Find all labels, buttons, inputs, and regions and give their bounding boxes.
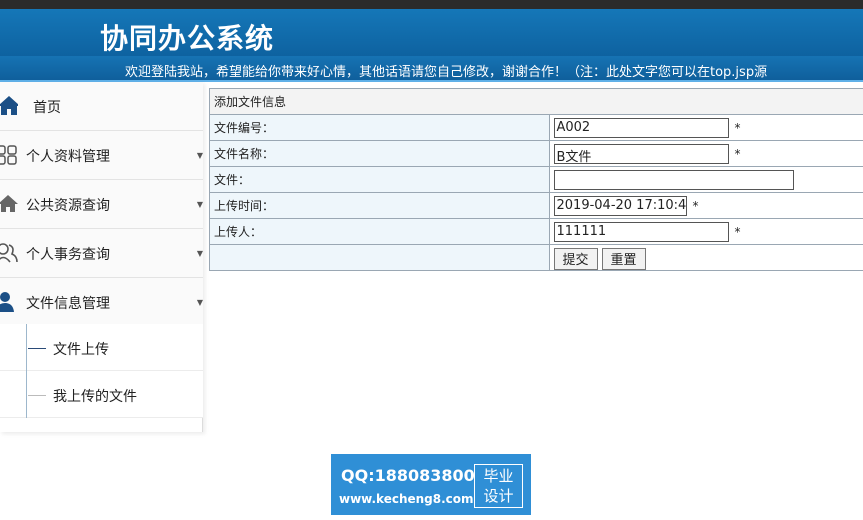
form-row-file-number: 文件编号： A002 * bbox=[209, 114, 863, 141]
sidebar-item-label: 个人资料管理 bbox=[26, 149, 110, 165]
sidebar-item-public-resources[interactable]: 公共资源查询 ▼ bbox=[0, 180, 203, 229]
tree-branch bbox=[28, 348, 46, 349]
app-header: 协同办公系统 bbox=[0, 9, 863, 56]
file-number-input[interactable]: A002 bbox=[553, 117, 729, 138]
required-mark: * bbox=[734, 120, 741, 135]
watermark: QQ:188083800 www.kecheng8.com 毕业 设计 bbox=[331, 454, 531, 515]
required-mark: * bbox=[734, 146, 741, 161]
sidebar-item-profile[interactable]: 个人资料管理 ▼ bbox=[0, 131, 203, 180]
chevron-down-icon: ▼ bbox=[196, 249, 203, 258]
main-content: 添加文件信息 文件编号： A002 * 文件名称： B文件 * 文件： 上传时间： … bbox=[209, 88, 863, 271]
file-name-input[interactable]: B文件 bbox=[553, 143, 729, 165]
home-icon bbox=[0, 95, 20, 117]
form-row-uploader: 上传人： 111111 * bbox=[209, 218, 863, 245]
tree-branch bbox=[28, 395, 46, 396]
sidebar-item-label: 文件信息管理 bbox=[26, 296, 110, 312]
upload-time-input[interactable]: 2019-04-20 17:10:43 bbox=[553, 195, 687, 216]
form-row-file-name: 文件名称： B文件 * bbox=[209, 140, 863, 167]
watermark-qq: QQ:188083800 bbox=[341, 466, 475, 485]
watermark-badge-line: 设计 bbox=[483, 487, 514, 505]
field-label: 文件名称： bbox=[209, 140, 550, 167]
add-file-form: 添加文件信息 文件编号： A002 * 文件名称： B文件 * 文件： 上传时间： … bbox=[209, 88, 863, 271]
welcome-text: 欢迎登陆我站，希望能给你带来好心情，其他话语请您自己修改，谢谢合作！（注：此处文… bbox=[125, 65, 768, 80]
sidebar-subitem-file-upload[interactable]: 文件上传 bbox=[0, 324, 203, 371]
sidebar-item-label: 公共资源查询 bbox=[26, 198, 110, 214]
grid-icon bbox=[0, 144, 18, 166]
form-row-file: 文件： bbox=[209, 166, 863, 193]
watermark-url: www.kecheng8.com bbox=[339, 492, 474, 506]
sidebar-item-home[interactable]: 首页 bbox=[0, 82, 203, 131]
form-caption: 添加文件信息 bbox=[209, 88, 863, 115]
form-row-upload-time: 上传时间： 2019-04-20 17:10:43 * bbox=[209, 192, 863, 219]
required-mark: * bbox=[734, 224, 741, 239]
field-label: 上传人： bbox=[209, 218, 550, 245]
field-label: 文件： bbox=[209, 166, 550, 193]
window-top-strip bbox=[0, 0, 863, 9]
submit-button[interactable]: 提交 bbox=[553, 247, 598, 270]
watermark-badge: 毕业 设计 bbox=[474, 464, 523, 508]
watermark-badge-line: 毕业 bbox=[483, 467, 514, 485]
required-mark: * bbox=[692, 198, 699, 213]
user-icon bbox=[0, 291, 18, 313]
chevron-down-icon: ▼ bbox=[196, 151, 203, 160]
field-label: 文件编号： bbox=[209, 114, 550, 141]
uploader-input[interactable]: 111111 bbox=[553, 221, 729, 242]
sidebar-item-file-management[interactable]: 文件信息管理 ▼ bbox=[0, 278, 203, 327]
sidebar-item-personal-affairs[interactable]: 个人事务查询 ▼ bbox=[0, 229, 203, 278]
empty-cell bbox=[209, 244, 550, 271]
home-icon bbox=[0, 193, 18, 215]
chevron-down-icon: ▼ bbox=[196, 200, 203, 209]
sidebar-item-label: 个人事务查询 bbox=[26, 247, 110, 263]
sidebar: 首页 个人资料管理 ▼ 公共资源查询 ▼ 个人事务查询 ▼ 文件信息管理 ▼ 文… bbox=[0, 82, 203, 432]
welcome-bar: 欢迎登陆我站，希望能给你带来好心情，其他话语请您自己修改，谢谢合作！（注：此处文… bbox=[0, 56, 863, 82]
file-input[interactable] bbox=[553, 169, 794, 190]
field-label: 上传时间： bbox=[209, 192, 550, 219]
tree-line bbox=[26, 324, 27, 371]
tree-line bbox=[26, 371, 27, 418]
form-row-actions: 提交 重置 bbox=[209, 244, 863, 271]
sidebar-subitem-label: 我上传的文件 bbox=[53, 389, 137, 405]
app-title: 协同办公系统 bbox=[100, 22, 275, 55]
sidebar-subitem-label: 文件上传 bbox=[53, 342, 109, 358]
reset-button[interactable]: 重置 bbox=[601, 247, 646, 270]
chevron-down-icon: ▼ bbox=[196, 298, 203, 307]
sidebar-item-label: 首页 bbox=[33, 100, 61, 116]
users-icon bbox=[0, 242, 18, 264]
sidebar-subitem-my-files[interactable]: 我上传的文件 bbox=[0, 371, 203, 418]
